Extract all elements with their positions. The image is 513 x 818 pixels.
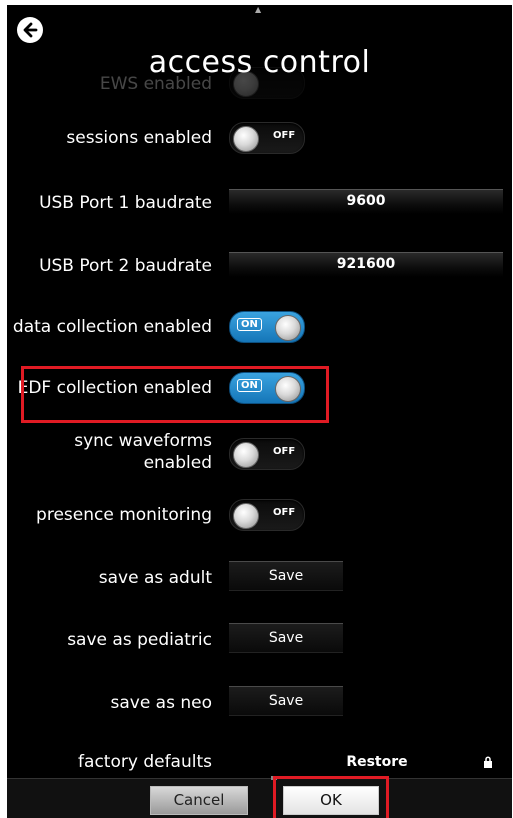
edf-collection-label: EDF collection enabled — [17, 378, 212, 398]
usb-port2-label: USB Port 2 baudrate — [39, 256, 212, 276]
usb-port1-baudrate-field[interactable]: 9600 — [229, 189, 503, 214]
usb-port1-label: USB Port 1 baudrate — [39, 193, 212, 213]
restore-button[interactable]: Restore — [317, 751, 437, 773]
sessions-enabled-toggle[interactable]: OFF — [229, 122, 305, 154]
sessions-enabled-label: sessions enabled — [66, 128, 212, 148]
scroll-indicator-icon — [271, 776, 277, 780]
factory-defaults-label: factory defaults — [78, 752, 212, 772]
settings-list[interactable]: EWS enabled access control sessions enab… — [7, 5, 512, 778]
presence-monitoring-toggle[interactable]: OFF — [229, 499, 305, 531]
back-arrow-icon — [23, 22, 38, 38]
toggle-state: ON — [237, 318, 262, 331]
ok-button[interactable]: OK — [283, 786, 379, 815]
data-collection-label: data collection enabled — [12, 317, 212, 337]
save-neo-label: save as neo — [110, 693, 212, 713]
toggle-state: ON — [237, 379, 262, 392]
save-adult-label: save as adult — [98, 568, 212, 588]
page-title: access control — [148, 45, 371, 80]
dialog-action-bar: Cancel OK — [7, 776, 512, 818]
edf-collection-toggle[interactable]: ON — [229, 372, 305, 404]
sync-waveforms-label: sync waveforms enabled — [7, 430, 212, 474]
toggle-knob — [233, 503, 259, 529]
screen: EWS enabled access control sessions enab… — [7, 5, 512, 818]
lock-icon — [484, 756, 492, 768]
sync-waveforms-label-line2: enabled — [143, 453, 212, 473]
usb-port2-baudrate-field[interactable]: 921600 — [229, 252, 503, 277]
save-neo-button[interactable]: Save — [229, 686, 343, 715]
scroll-up-indicator-icon: ▲ — [255, 5, 262, 14]
toggle-knob — [233, 442, 259, 468]
save-adult-button[interactable]: Save — [229, 561, 343, 590]
save-pediatric-label: save as pediatric — [67, 630, 212, 650]
toggle-state: OFF — [273, 130, 296, 141]
cancel-button[interactable]: Cancel — [150, 786, 248, 815]
toggle-state: OFF — [273, 446, 296, 457]
toggle-knob — [275, 315, 301, 341]
save-pediatric-button[interactable]: Save — [229, 623, 343, 652]
presence-monitoring-label: presence monitoring — [36, 505, 212, 525]
back-button[interactable] — [17, 17, 43, 43]
sync-waveforms-label-line1: sync waveforms — [74, 431, 212, 451]
toggle-state: OFF — [273, 507, 296, 518]
toggle-knob — [233, 126, 259, 152]
sync-waveforms-toggle[interactable]: OFF — [229, 438, 305, 470]
toggle-knob — [275, 376, 301, 402]
data-collection-toggle[interactable]: ON — [229, 311, 305, 343]
